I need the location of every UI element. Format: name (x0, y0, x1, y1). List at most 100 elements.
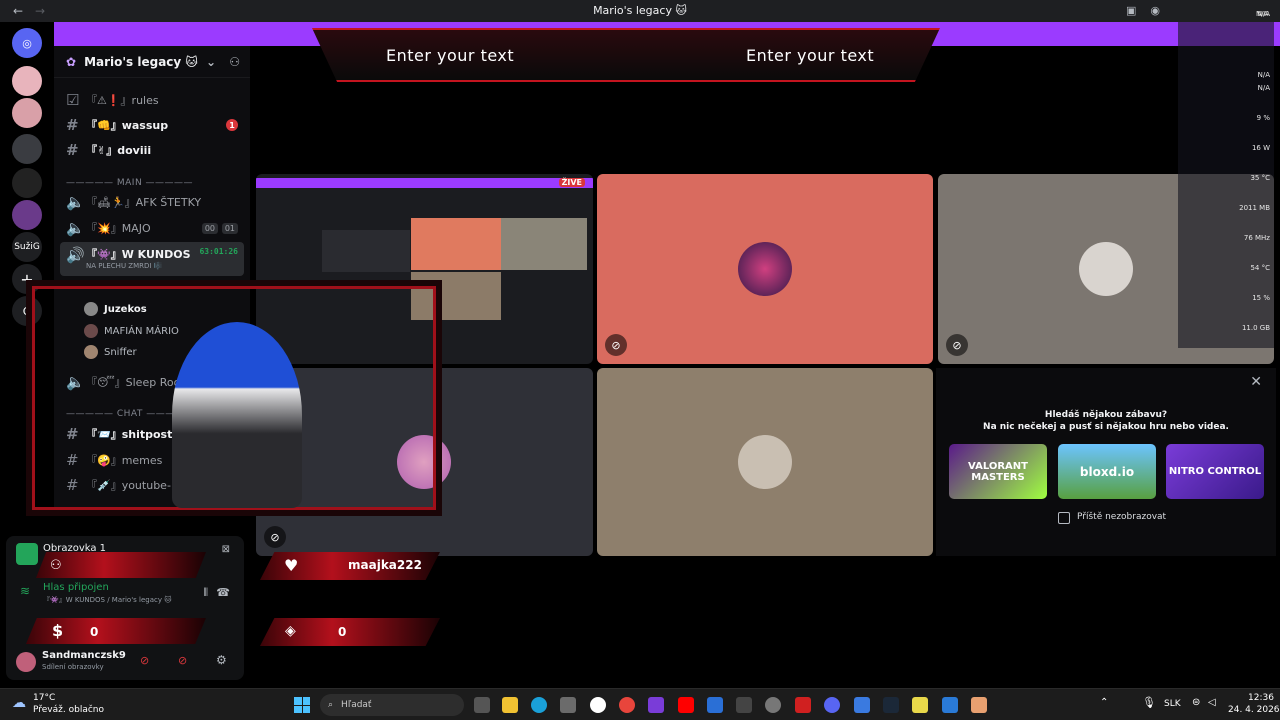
window-titlebar: ← → Mario's legacy 🐱 ▣ ◉ (0, 0, 1280, 22)
voice-channel[interactable]: 🔈 『💥』MAJO 00 01 (60, 217, 244, 239)
avatar (738, 435, 792, 489)
voice-channel-active[interactable]: 🔊 『👾』W KUNDOS 63:01:26 NA PLECHU ZMRDI 🎼 (60, 242, 244, 276)
close-icon[interactable]: ✕ (1250, 374, 1262, 390)
edge-icon[interactable] (531, 697, 547, 713)
game-card[interactable]: NITRO CONTROL (1166, 444, 1264, 499)
clock-date[interactable]: 24. 4. 2026 (1228, 705, 1280, 715)
screen-preview[interactable] (16, 543, 38, 565)
search-icon: ⌕ (328, 700, 334, 710)
disconnect-icon[interactable]: ☎ (216, 586, 230, 599)
window-title: Mario's legacy 🐱 (593, 4, 687, 17)
mic-muted-icon[interactable]: ⊘ (140, 654, 149, 667)
avatar[interactable] (16, 652, 36, 672)
voice-channel[interactable]: 🔈 『🛋🏃』AFK ŠTETKY (60, 191, 244, 213)
close-stream-icon[interactable]: ⊠ (222, 544, 230, 555)
task-view-icon[interactable] (474, 697, 490, 713)
volume-icon[interactable]: ◁ (1208, 697, 1216, 708)
app-icon[interactable] (795, 697, 811, 713)
headset-deafened-icon[interactable]: ⊘ (178, 654, 187, 667)
inbox-icon[interactable]: ▣ (1126, 4, 1136, 17)
server-icon[interactable] (12, 98, 42, 128)
hash-icon: # (66, 116, 79, 134)
app-icon[interactable] (942, 697, 958, 713)
avatar (1079, 242, 1133, 296)
app-icon[interactable] (648, 697, 664, 713)
username: Sandmanczsk9 (42, 650, 126, 661)
server-sužig[interactable]: SužiG (12, 232, 42, 262)
rules-icon: ☑ (66, 91, 80, 109)
hardware-stats-overlay: N/A N/A N/A 9 % 16 W 35 °C 2011 MB 76 MH… (1178, 10, 1274, 348)
category-main[interactable]: ————— MAIN ————— (66, 178, 193, 188)
activity-subheading: Na nic nečekej a pusť si nějakou hru neb… (983, 422, 1229, 432)
app-icon[interactable] (765, 697, 781, 713)
app-icon[interactable] (590, 697, 606, 713)
app-icon[interactable] (736, 697, 752, 713)
speaker-icon: 🔊 (66, 246, 85, 264)
channel-item[interactable]: ☑ 『⚠❗』rules (60, 89, 244, 111)
help-icon[interactable]: ◉ (1150, 4, 1160, 17)
participant-tile[interactable] (597, 368, 933, 556)
avatar (738, 242, 792, 296)
live-badge: ŽIVE (558, 178, 585, 187)
app-icon[interactable] (707, 697, 723, 713)
voice-timer: 63:01:26 (199, 247, 238, 256)
participant-tile[interactable]: ⊘ (597, 174, 933, 364)
file-explorer-icon[interactable] (502, 697, 518, 713)
checkbox-label: Příště nezobrazovat (1077, 512, 1167, 522)
signal-icon: ≋ (20, 584, 31, 598)
user-add-icon: ⚇ (50, 558, 62, 573)
game-card[interactable]: bloxd.io (1058, 444, 1156, 499)
top-text-left: Enter your text (386, 45, 515, 65)
diamond-icon: ◈ (285, 623, 296, 639)
noise-icon[interactable]: ⫴ (203, 586, 208, 600)
app-icon[interactable] (971, 697, 987, 713)
discord-home-icon[interactable]: ◎ (12, 28, 42, 58)
language-indicator[interactable]: SLK (1164, 699, 1181, 709)
windows-taskbar: ☁ 17°C Převáž. oblačno ⌕ Hľadať ⌃ 🎙 SLK ⊜… (0, 688, 1280, 720)
add-member-icon[interactable]: ⚇ (229, 55, 240, 69)
heart-icon: ♥ (284, 556, 299, 575)
gem-value: 0 (338, 625, 347, 639)
weather-temp: 17°C (33, 693, 56, 703)
voice-panel: Obrazovka 1 ⊠ ⚇ ≋ Hlas připojen 『👾』W KUN… (6, 536, 244, 680)
discord-icon[interactable] (824, 697, 840, 713)
camera-off-icon: ⊘ (605, 334, 627, 356)
activity-heading: Hledáš nějakou zábavu? (1044, 410, 1168, 420)
activity-panel: ✕ Hledáš nějakou zábavu? Na nic nečekej … (936, 368, 1276, 556)
channel-item[interactable]: # 『👊』wassup 1 (60, 114, 244, 136)
user-status: Sdílení obrazovky (42, 663, 104, 671)
chrome-icon[interactable] (619, 697, 635, 713)
store-icon[interactable] (560, 697, 576, 713)
server-icon[interactable] (12, 66, 42, 96)
server-icon[interactable] (12, 200, 42, 230)
camera-off-icon: ⊘ (946, 334, 968, 356)
dollar-icon: $ (52, 621, 64, 640)
settings-gear-icon[interactable]: ⚙ (216, 653, 227, 667)
channel-item[interactable]: # 『✌』doviii (60, 139, 244, 161)
server-header[interactable]: ✿ Mario's legacy 🐱 ⌄ ⚇ (54, 46, 250, 78)
app-icon[interactable] (912, 697, 928, 713)
weather-icon: ☁ (12, 695, 26, 711)
clock-time[interactable]: 12:36 (1248, 693, 1274, 703)
server-icon[interactable] (12, 134, 42, 164)
vtuber-avatar (172, 322, 302, 508)
start-button[interactable] (294, 697, 310, 713)
wifi-icon[interactable]: ⊜ (1192, 697, 1200, 708)
mic-muted-icon: ⊘ (264, 526, 286, 548)
checkbox[interactable] (1058, 512, 1070, 524)
steam-icon[interactable] (883, 697, 899, 713)
speaker-icon: 🔈 (66, 219, 85, 237)
youtube-icon[interactable] (678, 697, 694, 713)
weather-desc: Převáž. oblačno (33, 705, 104, 715)
server-icon[interactable] (12, 168, 42, 198)
voice-status: NA PLECHU ZMRDI 🎼 (86, 262, 163, 270)
app-icon[interactable] (854, 697, 870, 713)
taskbar-search[interactable]: ⌕ Hľadať (320, 694, 464, 716)
chevron-up-icon[interactable]: ⌃ (1100, 697, 1108, 708)
microphone-icon[interactable]: 🎙 (1142, 696, 1156, 709)
chevron-down-icon: ⌄ (205, 54, 216, 69)
hearts-name: maajka222 (348, 558, 422, 572)
voice-channel-path: 『👾』W KUNDOS / Mario's legacy 🐱 (43, 596, 172, 604)
unread-badge: 1 (226, 119, 238, 131)
game-card[interactable]: VALORANT MASTERS (949, 444, 1047, 499)
